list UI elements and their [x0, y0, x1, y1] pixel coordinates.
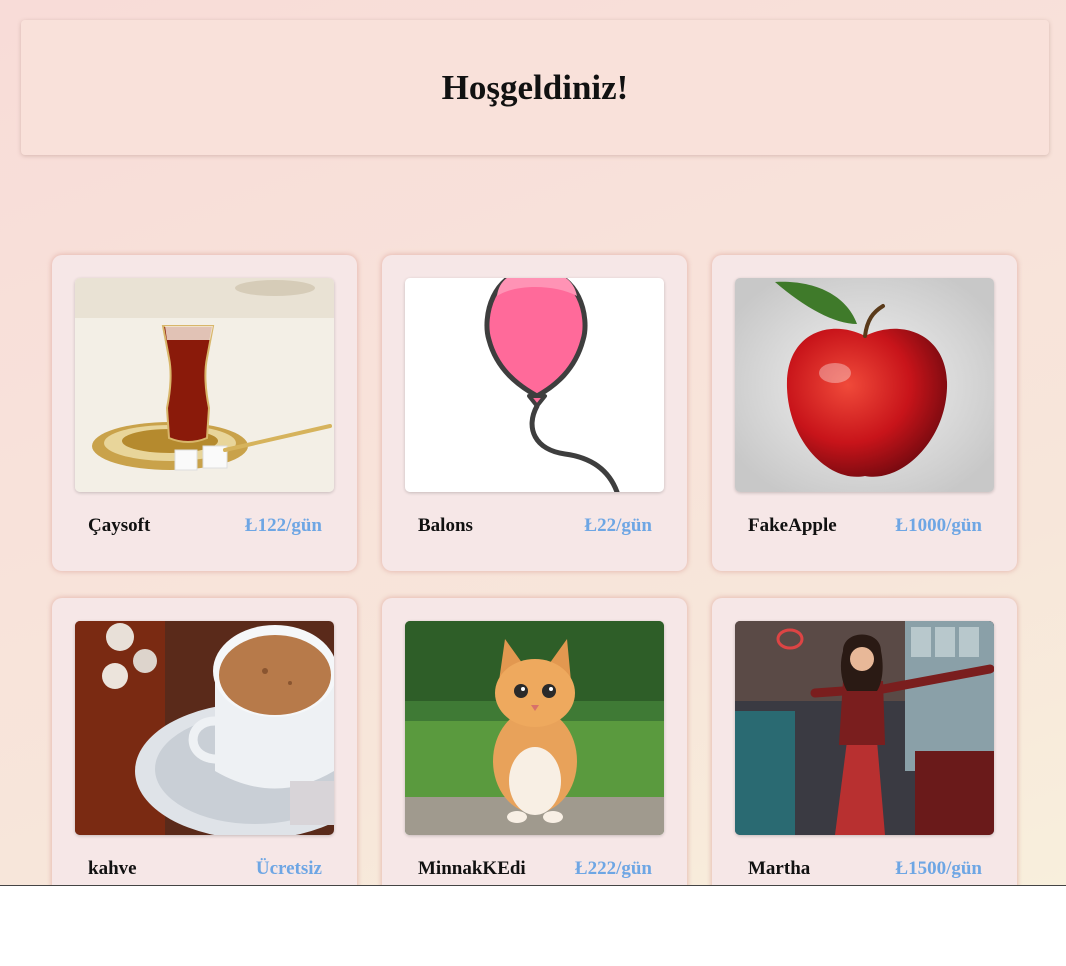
- product-image[interactable]: [75, 621, 334, 835]
- product-name: FakeApple: [748, 515, 837, 536]
- kitten-icon: [405, 621, 664, 835]
- product-price: Ł1500/gün: [895, 858, 982, 879]
- product-image[interactable]: [405, 621, 664, 835]
- product-image[interactable]: [735, 621, 994, 835]
- product-card-fakeapple[interactable]: FakeApple Ł1000/gün: [712, 255, 1017, 571]
- product-price: Ücretsiz: [255, 858, 322, 879]
- apple-icon: [735, 278, 994, 492]
- product-price: Ł1000/gün: [895, 515, 982, 536]
- product-image[interactable]: [735, 278, 994, 492]
- page-title: Hoşgeldiniz!: [441, 67, 629, 107]
- product-card-kahve[interactable]: kahve Ücretsiz: [52, 598, 357, 885]
- welcome-header: Hoşgeldiniz!: [21, 20, 1049, 155]
- balloon-icon: [405, 278, 664, 492]
- product-card-minnakkedi[interactable]: MinnakKEdi Ł222/gün: [382, 598, 687, 885]
- product-price: Ł122/gün: [244, 515, 322, 536]
- product-image[interactable]: [75, 278, 334, 492]
- page-viewport: Hoşgeldiniz! Çaysoft Ł122/gün Balons Ł22…: [0, 0, 1066, 885]
- product-name: kahve: [88, 858, 137, 879]
- product-price: Ł22/gün: [584, 515, 652, 536]
- product-name: Çaysoft: [88, 515, 151, 536]
- product-card-balons[interactable]: Balons Ł22/gün: [382, 255, 687, 571]
- product-card-caysoft[interactable]: Çaysoft Ł122/gün: [52, 255, 357, 571]
- product-card-martha[interactable]: Martha Ł1500/gün: [712, 598, 1017, 885]
- product-name: MinnakKEdi: [418, 858, 526, 879]
- tea-glass-icon: [75, 278, 334, 492]
- product-name: Balons: [418, 515, 473, 536]
- viewport-bottom-edge: [0, 885, 1066, 886]
- product-name: Martha: [748, 858, 811, 879]
- product-image[interactable]: [405, 278, 664, 492]
- woman-in-red-dress-icon: [735, 621, 994, 835]
- product-price: Ł222/gün: [574, 858, 652, 879]
- coffee-cup-icon: [75, 621, 334, 835]
